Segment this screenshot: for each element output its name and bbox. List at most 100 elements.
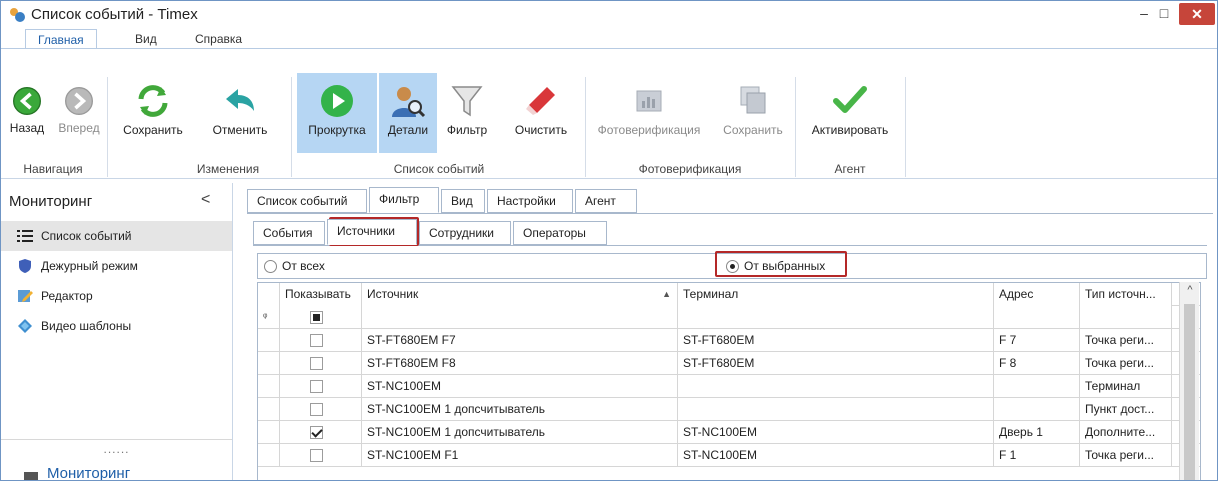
cell-address[interactable]: F 1 [994, 444, 1080, 467]
main-content: Список событий Фильтр Вид Настройки Аген… [235, 183, 1217, 480]
cell-source[interactable]: ST-NC100EM F1 [362, 444, 678, 467]
filter-type-cell[interactable] [1080, 306, 1172, 329]
filter-show-checkbox[interactable] [310, 311, 323, 324]
scroll-up-icon[interactable]: ^ [1180, 284, 1200, 296]
show-checkbox[interactable] [310, 380, 323, 393]
close-button[interactable]: ✕ [1179, 3, 1215, 25]
sidebar-item-video-templates[interactable]: Видео шаблоны [1, 311, 232, 341]
maximize-button[interactable]: □ [1149, 1, 1179, 25]
forward-button[interactable]: Вперед [53, 73, 105, 153]
table-row[interactable]: ST-FT680EM F7 ST-FT680EM F 7 Точка реги... [258, 329, 1200, 352]
cell-address[interactable]: Дверь 1 [994, 421, 1080, 444]
show-checkbox[interactable] [310, 449, 323, 462]
cancel-button[interactable]: Отменить [194, 73, 286, 153]
row-indicator[interactable] [258, 421, 280, 444]
cell-terminal[interactable] [678, 375, 994, 398]
cell-source-type[interactable]: Точка реги... [1080, 444, 1172, 467]
radio-from-all[interactable] [264, 260, 277, 273]
subtab-operators[interactable]: Операторы [513, 221, 607, 245]
clear-button[interactable]: Очистить [501, 73, 581, 153]
sidebar-title: Мониторинг [9, 193, 93, 210]
tab-settings[interactable]: Настройки [487, 189, 573, 213]
cell-terminal[interactable]: ST-NC100EM [678, 444, 994, 467]
cell-show[interactable] [280, 352, 362, 375]
subtab-events[interactable]: События [253, 221, 325, 245]
activate-button[interactable]: Активировать [797, 73, 903, 153]
table-row[interactable]: ST-NC100EM 1 допсчитыватель Пункт дост... [258, 398, 1200, 421]
column-header-source-type[interactable]: Тип источн... [1080, 283, 1172, 306]
filter-address-cell[interactable] [994, 306, 1080, 329]
row-indicator[interactable] [258, 329, 280, 352]
show-checkbox[interactable] [310, 426, 323, 439]
ribbon-tab-view[interactable]: Вид [123, 29, 169, 49]
filter-button[interactable]: Фильтр [439, 73, 495, 153]
group-separator [291, 77, 292, 177]
cell-show[interactable] [280, 421, 362, 444]
cell-source-type[interactable]: Пункт дост... [1080, 398, 1172, 421]
cell-source[interactable]: ST-FT680EM F7 [362, 329, 678, 352]
cell-source[interactable]: ST-NC100EM 1 допсчитыватель [362, 398, 678, 421]
list-icon [17, 230, 33, 242]
filter-source-cell[interactable] [362, 306, 678, 329]
show-checkbox[interactable] [310, 334, 323, 347]
sidebar-splitter[interactable]: ...... [1, 439, 232, 456]
photo-save-button[interactable]: Сохранить [713, 73, 793, 153]
row-indicator[interactable] [258, 444, 280, 467]
column-header-terminal[interactable]: Терминал [678, 283, 994, 306]
user-search-icon [392, 87, 426, 118]
column-header-show[interactable]: Показывать [280, 283, 362, 306]
row-indicator[interactable] [258, 352, 280, 375]
cell-show[interactable] [280, 444, 362, 467]
vertical-scrollbar[interactable]: ^ [1179, 282, 1200, 480]
back-button[interactable]: Назад [3, 73, 51, 153]
cell-terminal[interactable]: ST-FT680EM [678, 329, 994, 352]
table-row[interactable]: ST-NC100EM 1 допсчитыватель ST-NC100EM Две… [258, 421, 1200, 444]
filter-terminal-cell[interactable] [678, 306, 994, 329]
cell-source-type[interactable]: Точка реги... [1080, 352, 1172, 375]
sidebar-item-duty-mode[interactable]: Дежурный режим [1, 251, 232, 281]
subtab-sources[interactable]: Источники [327, 219, 417, 245]
cell-source[interactable]: ST-NC100EM [362, 375, 678, 398]
cell-source-type[interactable]: Точка реги... [1080, 329, 1172, 352]
tab-filter[interactable]: Фильтр [369, 187, 439, 213]
show-checkbox[interactable] [310, 403, 323, 416]
tab-view[interactable]: Вид [441, 189, 485, 213]
subtab-employees[interactable]: Сотрудники [419, 221, 511, 245]
photoverify-button[interactable]: Фотоверификация [587, 73, 711, 153]
tab-event-list[interactable]: Список событий [247, 189, 367, 213]
cell-address[interactable] [994, 375, 1080, 398]
collapse-icon[interactable]: < [201, 191, 210, 209]
table-row[interactable]: ST-NC100EM F1 ST-NC100EM F 1 Точка реги... [258, 444, 1200, 467]
scroll-button[interactable]: Прокрутка [297, 73, 377, 153]
details-button[interactable]: Детали [379, 73, 437, 153]
cell-address[interactable] [994, 398, 1080, 421]
cell-show[interactable] [280, 329, 362, 352]
cell-terminal[interactable]: ST-NC100EM [678, 421, 994, 444]
cell-show[interactable] [280, 375, 362, 398]
filter-show-cell[interactable] [280, 306, 362, 329]
ribbon-tab-home[interactable]: Главная [25, 29, 97, 50]
tab-agent[interactable]: Агент [575, 189, 637, 213]
sidebar-item-event-list[interactable]: Список событий [1, 221, 232, 251]
cell-source-type[interactable]: Дополните... [1080, 421, 1172, 444]
cell-address[interactable]: F 7 [994, 329, 1080, 352]
sidebar-footer-monitoring[interactable]: Мониторинг [23, 465, 130, 480]
cell-terminal[interactable]: ST-FT680EM [678, 352, 994, 375]
scroll-thumb[interactable] [1184, 304, 1195, 480]
cell-source[interactable]: ST-NC100EM 1 допсчитыватель [362, 421, 678, 444]
save-button[interactable]: Сохранить [113, 73, 193, 153]
cell-show[interactable] [280, 398, 362, 421]
cell-address[interactable]: F 8 [994, 352, 1080, 375]
column-header-address[interactable]: Адрес [994, 283, 1080, 306]
table-row[interactable]: ST-FT680EM F8 ST-FT680EM F 8 Точка реги... [258, 352, 1200, 375]
sidebar-item-editor[interactable]: Редактор [1, 281, 232, 311]
cell-source-type[interactable]: Терминал [1080, 375, 1172, 398]
row-indicator[interactable] [258, 375, 280, 398]
cell-terminal[interactable] [678, 398, 994, 421]
table-row[interactable]: ST-NC100EM Терминал [258, 375, 1200, 398]
show-checkbox[interactable] [310, 357, 323, 370]
column-header-source[interactable]: Источник ▲ [362, 283, 678, 306]
cell-source[interactable]: ST-FT680EM F8 [362, 352, 678, 375]
ribbon-tab-help[interactable]: Справка [183, 29, 254, 49]
row-indicator[interactable] [258, 398, 280, 421]
